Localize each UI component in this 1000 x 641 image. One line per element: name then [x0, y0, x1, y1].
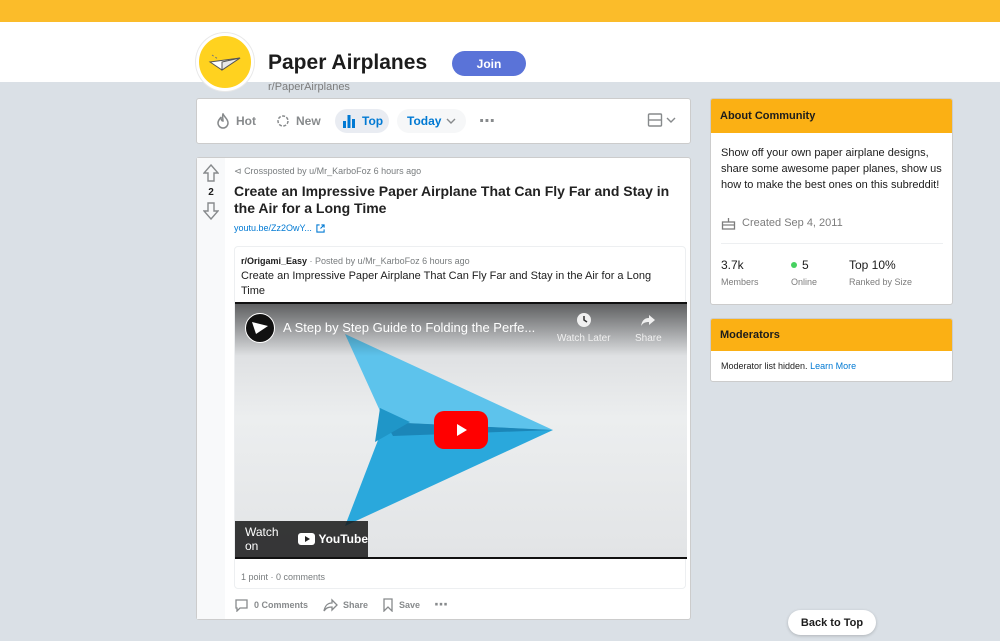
share-arrow-icon — [641, 315, 656, 326]
bar-chart-icon — [343, 115, 355, 128]
crosspost-icon: ⊲ — [234, 166, 242, 176]
vote-column: 2 — [197, 158, 225, 619]
inner-post-title[interactable]: Create an Impressive Paper Airplane That… — [241, 269, 671, 299]
crosspost-text: Crossposted by u/Mr_KarboFoz 6 hours ago — [244, 166, 422, 176]
join-button[interactable]: Join — [452, 51, 526, 76]
sort-top-label: Top — [362, 114, 384, 128]
clock-icon — [576, 313, 591, 327]
subreddit-title: Paper Airplanes — [268, 51, 428, 74]
chevron-down-icon — [666, 117, 676, 123]
sort-more-button[interactable]: ⋯ — [473, 109, 501, 133]
members-label: Members — [721, 277, 759, 287]
channel-avatar[interactable] — [245, 313, 275, 343]
post-link[interactable]: youtu.be/Zz2OwY... — [234, 223, 325, 233]
cake-icon — [721, 218, 736, 230]
share-label: Share — [343, 599, 369, 610]
vote-count: 2 — [208, 187, 214, 198]
upvote-icon[interactable] — [203, 164, 219, 182]
save-button[interactable]: Save — [382, 597, 421, 612]
moderator-hidden-text: Moderator list hidden. — [721, 361, 808, 371]
post-link-text: youtu.be/Zz2OwY... — [234, 223, 312, 233]
sort-hot-label: Hot — [236, 114, 256, 128]
online-count: 5 — [802, 258, 809, 272]
share-button[interactable]: Share — [322, 597, 369, 612]
top-banner — [0, 0, 1000, 22]
share-icon — [323, 597, 338, 612]
comments-button[interactable]: 0 Comments — [234, 598, 308, 612]
youtube-logo: YouTube — [298, 532, 368, 546]
watch-on-label: Watch on — [245, 525, 279, 553]
paper-plane-icon — [208, 54, 241, 71]
view-layout-button[interactable] — [647, 112, 676, 128]
youtube-embed[interactable]: A Step by Step Guide to Folding the Perf… — [235, 302, 687, 559]
video-share-label: Share — [635, 333, 662, 344]
inner-post-stats: 1 point · 0 comments — [241, 572, 326, 582]
crosspost-info: ⊲ Crossposted by u/Mr_KarboFoz 6 hours a… — [234, 166, 421, 177]
sort-hot[interactable]: Hot — [209, 109, 262, 133]
bookmark-icon — [383, 597, 393, 612]
back-to-top-button[interactable]: Back to Top — [788, 610, 876, 635]
inner-post-meta: r/Origami_Easy · Posted by u/Mr_KarboFoz… — [241, 256, 470, 266]
rank-label: Ranked by Size — [849, 277, 913, 287]
created-date-text: Created Sep 4, 2011 — [742, 217, 843, 229]
post-more-button[interactable]: ⋯ — [434, 596, 448, 613]
learn-more-link[interactable]: Learn More — [810, 361, 856, 371]
rank-value: Top 10% — [849, 258, 896, 272]
chevron-down-icon — [446, 118, 456, 124]
sort-new-label: New — [296, 114, 321, 128]
members-count: 3.7k — [721, 258, 744, 272]
about-divider — [721, 243, 943, 244]
flame-icon — [217, 113, 229, 129]
subreddit-handle: r/PaperAirplanes — [268, 81, 350, 93]
about-heading: About Community — [711, 99, 952, 133]
sort-time-label: Today — [407, 114, 442, 128]
downvote-icon[interactable] — [203, 202, 219, 220]
members-stat: 3.7k Members — [721, 258, 759, 287]
comments-label: 0 Comments — [254, 599, 309, 610]
moderators-text: Moderator list hidden. Learn More — [721, 361, 856, 371]
sort-time-dropdown[interactable]: Today — [397, 109, 467, 133]
external-link-icon — [316, 223, 325, 233]
watch-on-youtube-button[interactable]: Watch on YouTube — [235, 521, 368, 557]
watch-later-button[interactable]: Watch Later — [557, 312, 611, 344]
play-icon — [457, 424, 467, 436]
youtube-play-icon — [298, 533, 316, 545]
inner-posted-by: · Posted by u/Mr_KarboFoz 6 hours ago — [307, 256, 470, 266]
card-layout-icon — [647, 113, 663, 127]
community-description: Show off your own paper airplane designs… — [721, 147, 942, 191]
online-dot-icon — [791, 262, 797, 268]
post-title[interactable]: Create an Impressive Paper Airplane That… — [234, 183, 684, 217]
comment-icon — [235, 598, 248, 612]
sort-new[interactable]: New — [269, 109, 327, 133]
video-title[interactable]: A Step by Step Guide to Folding the Perf… — [283, 320, 535, 335]
sort-bar: Hot New Top Today ⋯ — [196, 98, 691, 144]
subreddit-avatar[interactable] — [196, 33, 254, 91]
paper-plane-logo-icon — [252, 322, 268, 334]
moderators-heading: Moderators — [711, 319, 952, 351]
online-label: Online — [791, 277, 818, 287]
post-actions-bar: 0 Comments Share Save ⋯ — [234, 596, 448, 613]
about-community-widget: About Community Show off your own paper … — [710, 98, 953, 305]
created-date: Created Sep 4, 2011 — [721, 216, 843, 230]
video-share-button[interactable]: Share — [635, 312, 662, 344]
subreddit-header: Paper Airplanes r/PaperAirplanes Join — [0, 22, 1000, 93]
watch-later-label: Watch Later — [557, 333, 611, 344]
post-card[interactable]: 2 ⊲ Crossposted by u/Mr_KarboFoz 6 hours… — [196, 157, 691, 620]
play-button[interactable] — [434, 411, 488, 449]
inner-subreddit-link[interactable]: r/Origami_Easy — [241, 256, 307, 266]
sparkle-icon — [277, 115, 289, 127]
crossposted-original[interactable]: r/Origami_Easy · Posted by u/Mr_KarboFoz… — [234, 246, 687, 589]
online-stat: 5 Online — [791, 258, 817, 287]
moderators-widget: Moderators Moderator list hidden. Learn … — [710, 318, 953, 382]
save-label: Save — [399, 599, 421, 610]
online-value-row: 5 — [791, 258, 817, 272]
sort-top[interactable]: Top — [335, 109, 390, 133]
rank-stat: Top 10% Ranked by Size — [849, 258, 912, 287]
youtube-wordmark: YouTube — [318, 532, 368, 546]
